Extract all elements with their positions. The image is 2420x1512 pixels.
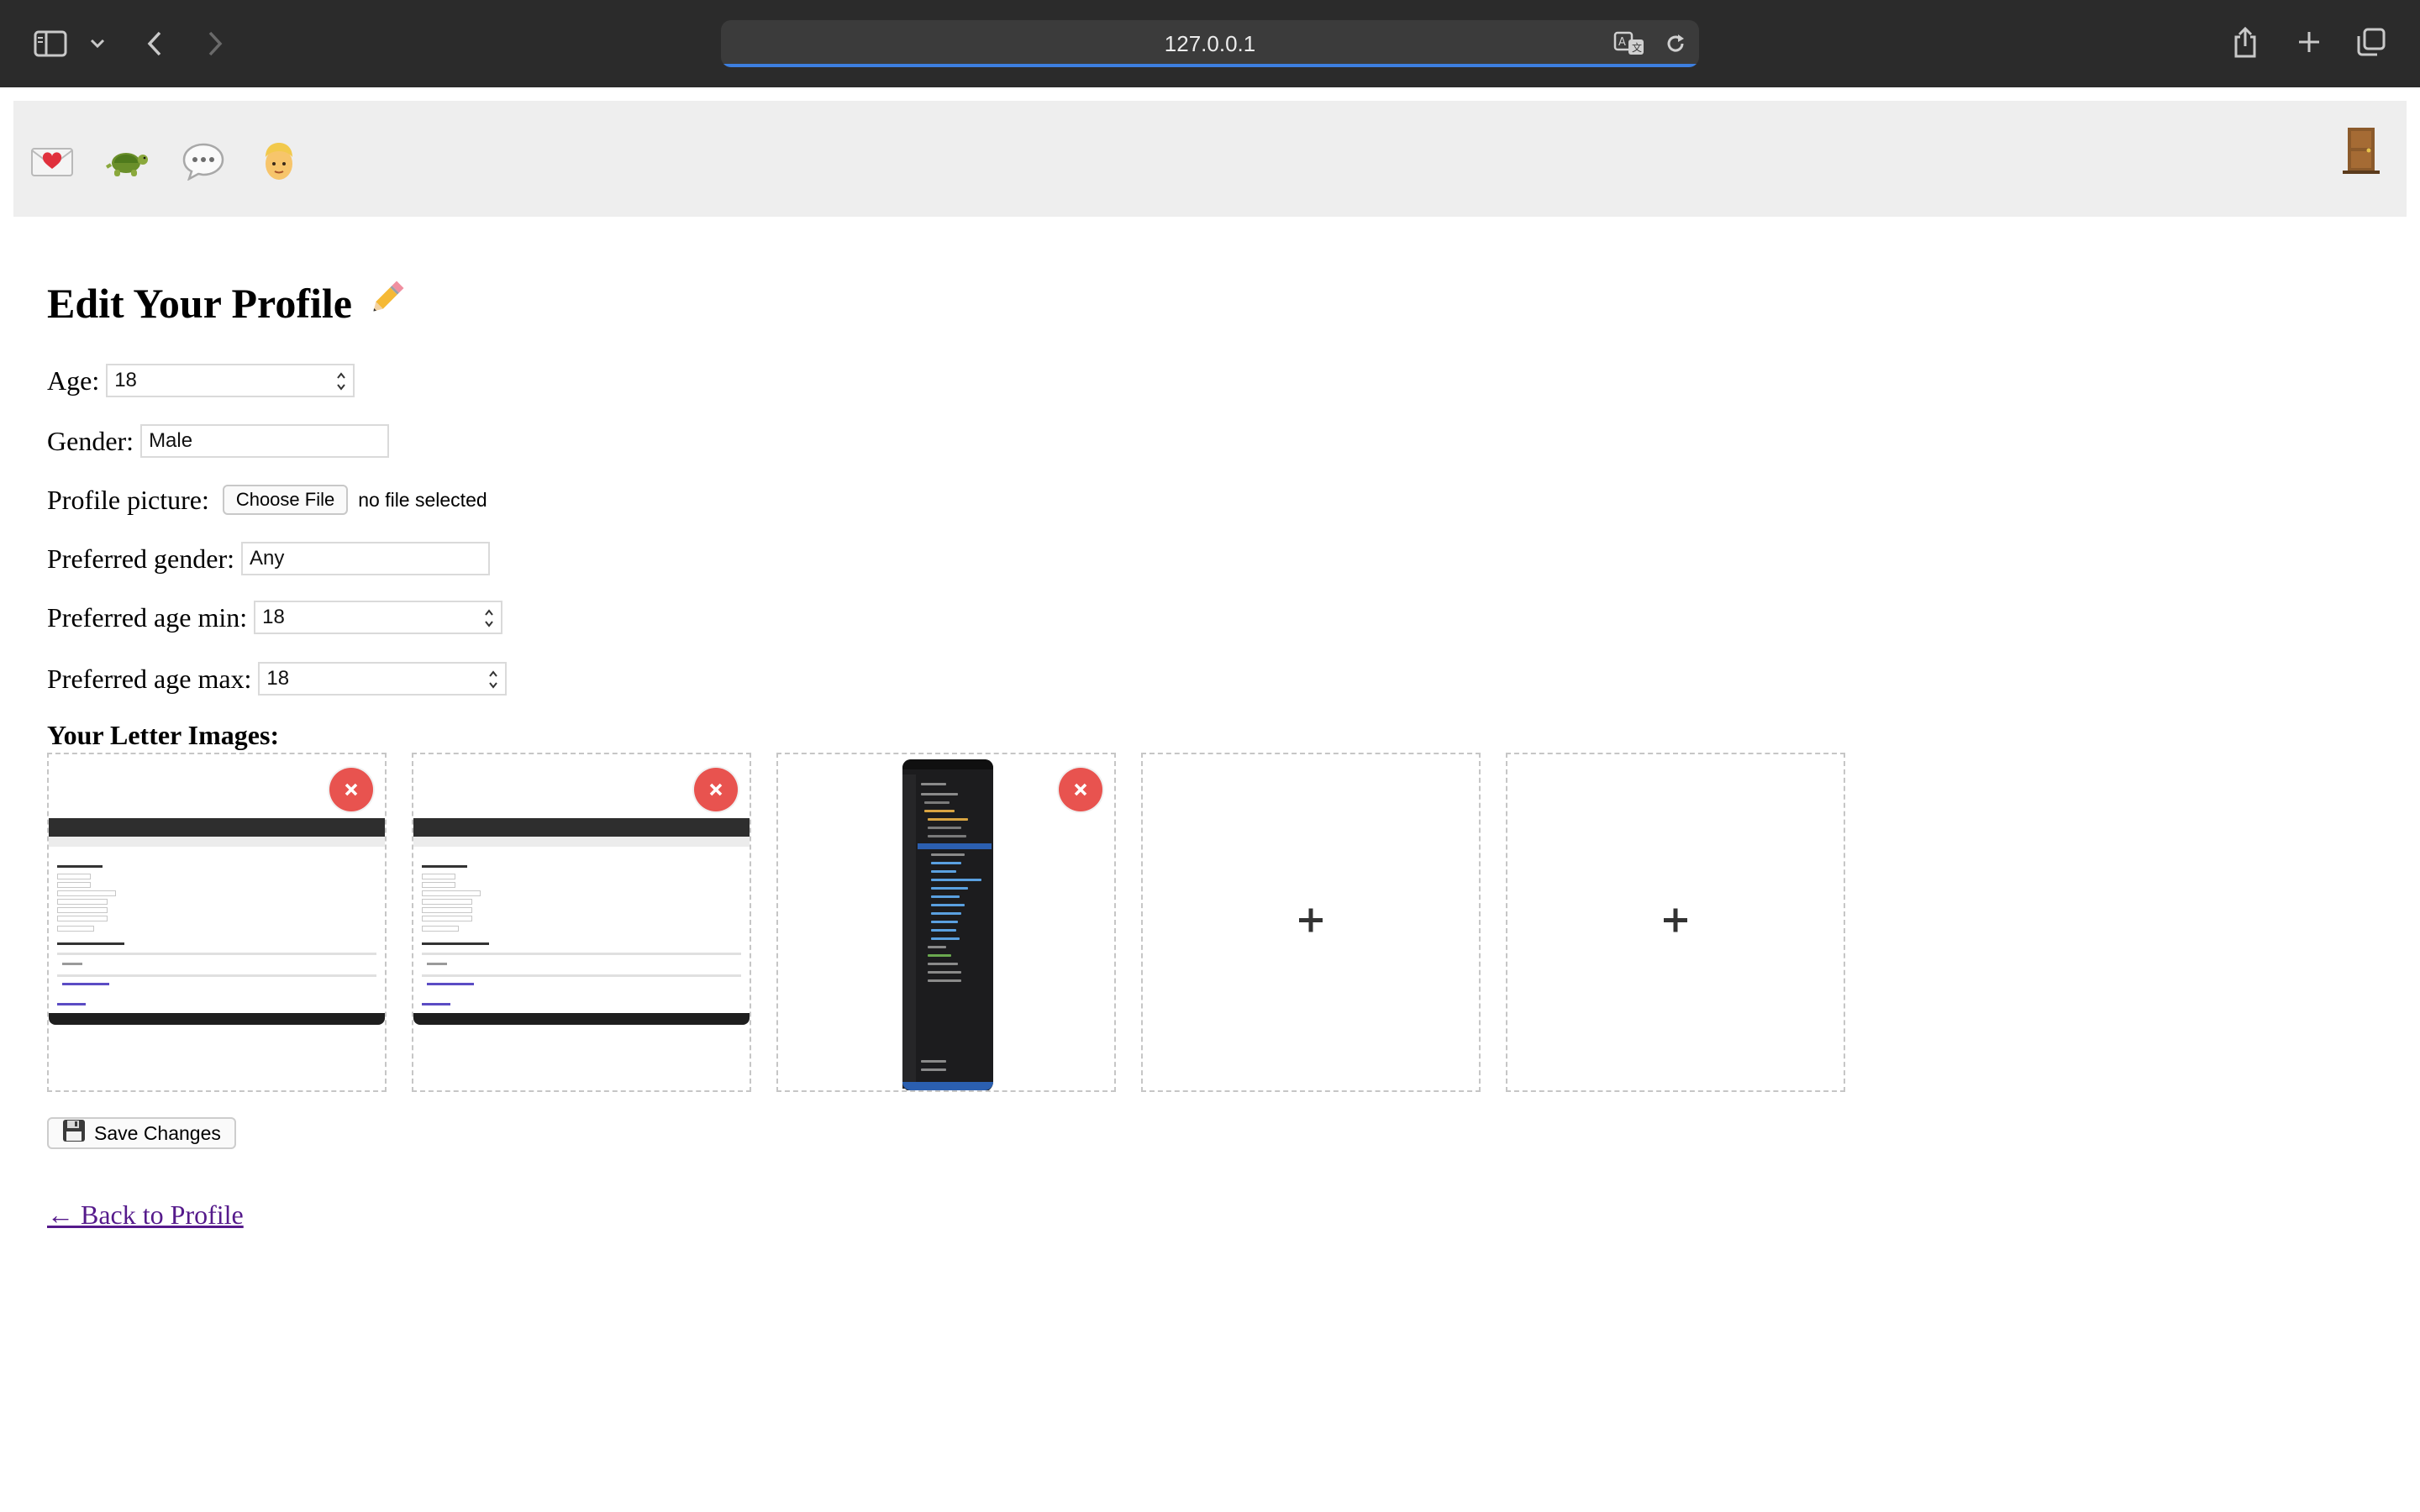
preferred-gender-input[interactable]: Any	[240, 542, 490, 575]
add-letter-image-slot[interactable]	[1141, 753, 1481, 1092]
letter-image-slot[interactable]	[47, 753, 387, 1092]
file-status-text: no file selected	[358, 488, 487, 511]
svg-text:文: 文	[1632, 41, 1642, 54]
remove-image-button[interactable]	[1059, 768, 1102, 811]
gender-value: Male	[149, 429, 193, 452]
gender-row: Gender: Male	[47, 423, 390, 459]
chevron-down-icon[interactable]	[87, 34, 108, 54]
close-icon	[1074, 783, 1087, 796]
gender-label: Gender:	[47, 425, 134, 456]
door-icon[interactable]	[2339, 124, 2383, 175]
close-icon	[345, 783, 358, 796]
age-input[interactable]: 18	[106, 364, 355, 397]
love-letter-icon[interactable]	[29, 138, 76, 185]
preferred-age-min-value: 18	[262, 606, 285, 628]
floppy-disk-icon	[62, 1119, 86, 1147]
remove-image-button[interactable]	[329, 768, 373, 811]
back-to-profile-link[interactable]: ← Back to Profile	[47, 1200, 244, 1231]
gender-input[interactable]: Male	[140, 424, 390, 458]
preferred-gender-value: Any	[249, 547, 285, 570]
stepper-arrows-icon[interactable]	[488, 669, 498, 690]
remove-image-button[interactable]	[694, 768, 738, 811]
page-title: Edit Your Profile	[47, 277, 408, 329]
age-row: Age: 18	[47, 362, 355, 399]
preferred-age-min-input[interactable]: 18	[254, 601, 503, 634]
tab-overview-icon[interactable]	[2354, 25, 2388, 59]
back-arrow-icon[interactable]	[141, 27, 168, 60]
save-changes-label: Save Changes	[94, 1121, 221, 1144]
preferred-gender-row: Preferred gender: Any	[47, 540, 490, 577]
age-label: Age:	[47, 365, 100, 396]
letter-image-slot[interactable]	[412, 753, 751, 1092]
plus-icon[interactable]	[1297, 907, 1324, 938]
svg-text:A: A	[1618, 36, 1626, 49]
reload-icon[interactable]	[1664, 32, 1687, 55]
choose-file-button[interactable]: Choose File	[222, 485, 349, 515]
profile-picture-label: Profile picture:	[47, 484, 209, 515]
person-icon[interactable]	[255, 138, 302, 185]
preferred-age-max-row: Preferred age max: 18	[47, 660, 508, 697]
add-letter-image-slot[interactable]	[1506, 753, 1845, 1092]
pencil-icon	[366, 277, 408, 329]
profile-picture-row: Profile picture: Choose File no file sel…	[47, 481, 487, 518]
forward-arrow-icon[interactable]	[202, 27, 229, 60]
stepper-arrows-icon[interactable]	[484, 607, 494, 629]
preferred-age-max-label: Preferred age max:	[47, 663, 252, 694]
speech-bubble-icon[interactable]	[180, 138, 227, 185]
plus-icon[interactable]	[1662, 907, 1689, 938]
url-text[interactable]: 127.0.0.1	[721, 20, 1699, 67]
new-tab-icon[interactable]	[2294, 27, 2324, 57]
browser-toolbar: 127.0.0.1 A文	[0, 0, 2420, 87]
page-title-text: Edit Your Profile	[47, 280, 352, 327]
age-value: 18	[114, 369, 137, 391]
close-icon	[709, 783, 723, 796]
letter-image-thumbnail	[902, 759, 993, 1090]
preferred-age-min-row: Preferred age min: 18	[47, 599, 503, 636]
translate-icon[interactable]: A文	[1613, 30, 1647, 57]
letter-image-slot[interactable]	[776, 753, 1116, 1092]
preferred-gender-label: Preferred gender:	[47, 543, 234, 574]
preferred-age-min-label: Preferred age min:	[47, 601, 248, 633]
turtle-icon[interactable]	[104, 138, 151, 185]
save-changes-button[interactable]: Save Changes	[47, 1117, 236, 1149]
letter-image-thumbnail	[49, 818, 385, 1025]
stepper-arrows-icon[interactable]	[336, 370, 346, 392]
app-navbar	[13, 101, 2407, 217]
letter-image-thumbnail	[413, 818, 750, 1025]
share-icon[interactable]	[2230, 24, 2260, 60]
preferred-age-max-input[interactable]: 18	[258, 662, 508, 696]
address-bar[interactable]: 127.0.0.1 A文	[721, 20, 1699, 67]
page-load-progress	[721, 64, 1699, 67]
preferred-age-max-value: 18	[266, 667, 290, 690]
letter-images-title: Your Letter Images:	[47, 720, 280, 750]
sidebar-toggle-icon[interactable]	[32, 29, 69, 59]
